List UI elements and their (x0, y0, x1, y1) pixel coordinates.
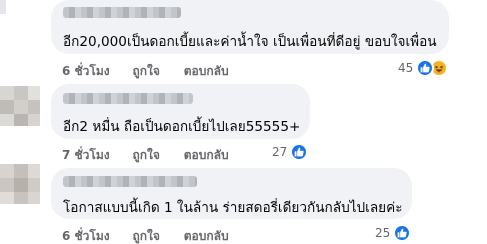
reaction-count: 27 (272, 145, 288, 159)
like-action[interactable]: ถูกใจ (132, 227, 159, 244)
reaction-summary[interactable]: 27 (272, 143, 309, 161)
like-icon (393, 224, 412, 242)
comment-bubble: โอกาสแบบนี้เกิด 1 ในล้าน ร่ายสดอรี่เดียว… (51, 168, 412, 219)
blurred-author-name[interactable] (63, 176, 197, 187)
comment-text: อีก2 หมื่น ถือเป็นดอกเบี้ยไปเลย55555+ (63, 119, 301, 135)
comment-text: โอกาสแบบนี้เกิด 1 ในล้าน ร่ายสดอรี่เดียว… (63, 200, 403, 216)
reply-action[interactable]: ตอบกลับ (184, 227, 229, 244)
comment-bubble: อีก20,000เป็นดอกเบี้ยและค่าน้ำใจ เป็นเพื… (51, 0, 449, 54)
reaction-count: 45 (398, 61, 414, 75)
reply-action[interactable]: ตอบกลับ (184, 62, 229, 81)
like-action[interactable]: ถูกใจ (132, 62, 159, 81)
comment-actions: 6 ชั่วโมง ถูกใจ ตอบกลับ (62, 227, 249, 244)
like-icon (290, 143, 309, 161)
comment-timestamp[interactable]: 6 ชั่วโมง (62, 62, 110, 81)
avatar[interactable] (0, 164, 40, 204)
comment-text: อีก20,000เป็นดอกเบี้ยและค่าน้ำใจ เป็นเพื… (63, 34, 437, 50)
blurred-author-name[interactable] (63, 7, 181, 18)
comment-bubble: อีก2 หมื่น ถือเป็นดอกเบี้ยไปเลย55555+ (51, 84, 310, 139)
comment-actions: 7 ชั่วโมง ถูกใจ ตอบกลับ (62, 146, 249, 165)
reaction-summary[interactable]: 25 (375, 224, 412, 242)
avatar[interactable] (0, 86, 40, 126)
like-action[interactable]: ถูกใจ (132, 146, 159, 165)
reaction-count: 25 (375, 226, 391, 240)
blurred-author-name[interactable] (63, 93, 193, 104)
comment-timestamp[interactable]: 6 ชั่วโมง (62, 227, 110, 244)
reply-action[interactable]: ตอบกลับ (184, 146, 229, 165)
comment-timestamp[interactable]: 7 ชั่วโมง (62, 146, 110, 165)
comment-actions: 6 ชั่วโมง ถูกใจ ตอบกลับ (62, 62, 249, 81)
reaction-summary[interactable]: 45 (398, 59, 449, 77)
